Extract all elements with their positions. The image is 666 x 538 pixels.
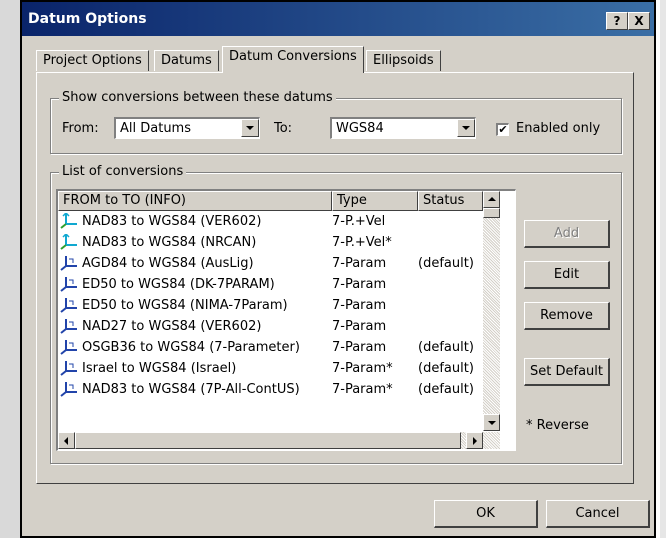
axes-icon [60,340,77,355]
tab-datum-conversions[interactable]: Datum Conversions [222,46,364,73]
remove-button[interactable]: Remove [524,302,610,330]
tab-ellipsoids[interactable]: Ellipsoids [366,50,441,71]
axes-icon [60,298,77,313]
show-conversions-label: Show conversions between these datums [59,90,336,105]
reverse-note: * Reverse [526,418,589,433]
table-row[interactable]: NAD83 to WGS84 (7P-All-ContUS) 7-Param* … [58,379,486,400]
table-row[interactable]: AGD84 to WGS84 (AusLig) 7-Param (default… [58,253,486,274]
scroll-down-button[interactable] [483,414,500,431]
tab-project-options[interactable]: Project Options [36,50,149,71]
row-type: 7-P.+Vel* [332,235,392,250]
table-row[interactable]: ED50 to WGS84 (NIMA-7Param) 7-Param [58,295,486,316]
row-name: NAD27 to WGS84 (VER602) [82,319,262,334]
row-type: 7-Param [332,256,387,271]
vertical-scrollbar[interactable] [483,191,500,431]
from-select-value: All Datums [120,121,191,136]
title-bar[interactable]: Datum Options ? X [22,2,654,36]
window-title: Datum Options [28,11,147,27]
table-row[interactable]: NAD83 to WGS84 (NRCAN) 7-P.+Vel* [58,232,486,253]
row-name: ED50 to WGS84 (NIMA-7Param) [82,298,288,313]
row-type: 7-Param* [332,361,393,376]
scroll-left-button[interactable] [58,432,75,449]
vertical-scroll-thumb[interactable] [483,208,500,218]
row-type: 7-Param [332,319,387,334]
row-name: Israel to WGS84 (Israel) [82,361,237,376]
row-status: (default) [418,361,474,376]
add-button[interactable]: Add [524,220,610,248]
table-row[interactable]: Israel to WGS84 (Israel) 7-Param* (defau… [58,358,486,379]
set-default-button[interactable]: Set Default [524,358,610,386]
axes-icon [60,382,77,397]
row-type: 7-Param [332,340,387,355]
row-name: NAD83 to WGS84 (NRCAN) [82,235,257,250]
background-left-strip [0,0,20,538]
velocity-axes-icon [60,213,77,229]
row-type: 7-P.+Vel [332,214,386,229]
from-select[interactable]: All Datums [114,117,260,139]
row-status: (default) [418,340,474,355]
velocity-axes-icon [60,234,77,250]
axes-icon [60,361,77,376]
cancel-button[interactable]: Cancel [546,500,650,528]
row-name: NAD83 to WGS84 (7P-All-ContUS) [82,382,300,397]
tab-datums[interactable]: Datums [154,50,219,71]
table-row[interactable]: OSGB36 to WGS84 (7-Parameter) 7-Param (d… [58,337,486,358]
column-header-type[interactable]: Type [332,191,418,211]
column-header-from-to[interactable]: FROM to TO (INFO) [58,191,332,211]
horizontal-scroll-thumb[interactable] [75,432,461,449]
row-status: (default) [418,256,474,271]
column-header-status[interactable]: Status [418,191,483,211]
ok-button[interactable]: OK [434,500,538,528]
close-button[interactable]: X [628,12,650,30]
enabled-only-label: Enabled only [516,121,601,136]
table-row[interactable]: ED50 to WGS84 (DK-7PARAM) 7-Param [58,274,486,295]
chevron-down-icon[interactable] [241,119,259,137]
scroll-right-button[interactable] [466,432,483,449]
conversions-list[interactable]: FROM to TO (INFO) Type Status NAD83 to W… [56,189,516,451]
horizontal-scrollbar[interactable] [58,432,500,449]
row-type: 7-Param [332,277,387,292]
help-button[interactable]: ? [606,12,628,30]
enabled-only-checkbox[interactable]: ✔ [496,123,509,136]
to-select-value: WGS84 [336,121,384,136]
row-type: 7-Param [332,298,387,313]
row-name: AGD84 to WGS84 (AusLig) [82,256,254,271]
row-name: OSGB36 to WGS84 (7-Parameter) [82,340,300,355]
table-row[interactable]: NAD27 to WGS84 (VER602) 7-Param [58,316,486,337]
background-right-strip [660,0,666,538]
datum-options-dialog: Datum Options ? X Project Options Datums… [20,0,656,538]
chevron-down-icon[interactable] [457,119,475,137]
row-name: ED50 to WGS84 (DK-7PARAM) [82,277,275,292]
conversions-list-label: List of conversions [59,164,187,179]
scroll-up-button[interactable] [483,191,500,208]
axes-icon [60,277,77,292]
to-label: To: [274,121,293,136]
row-name: NAD83 to WGS84 (VER602) [82,214,262,229]
row-type: 7-Param* [332,382,393,397]
from-label: From: [62,121,99,136]
to-select[interactable]: WGS84 [330,117,476,139]
table-row[interactable]: NAD83 to WGS84 (VER602) 7-P.+Vel [58,211,486,232]
row-status: (default) [418,382,474,397]
axes-icon [60,256,77,271]
edit-button[interactable]: Edit [524,261,610,289]
axes-icon [60,319,77,334]
